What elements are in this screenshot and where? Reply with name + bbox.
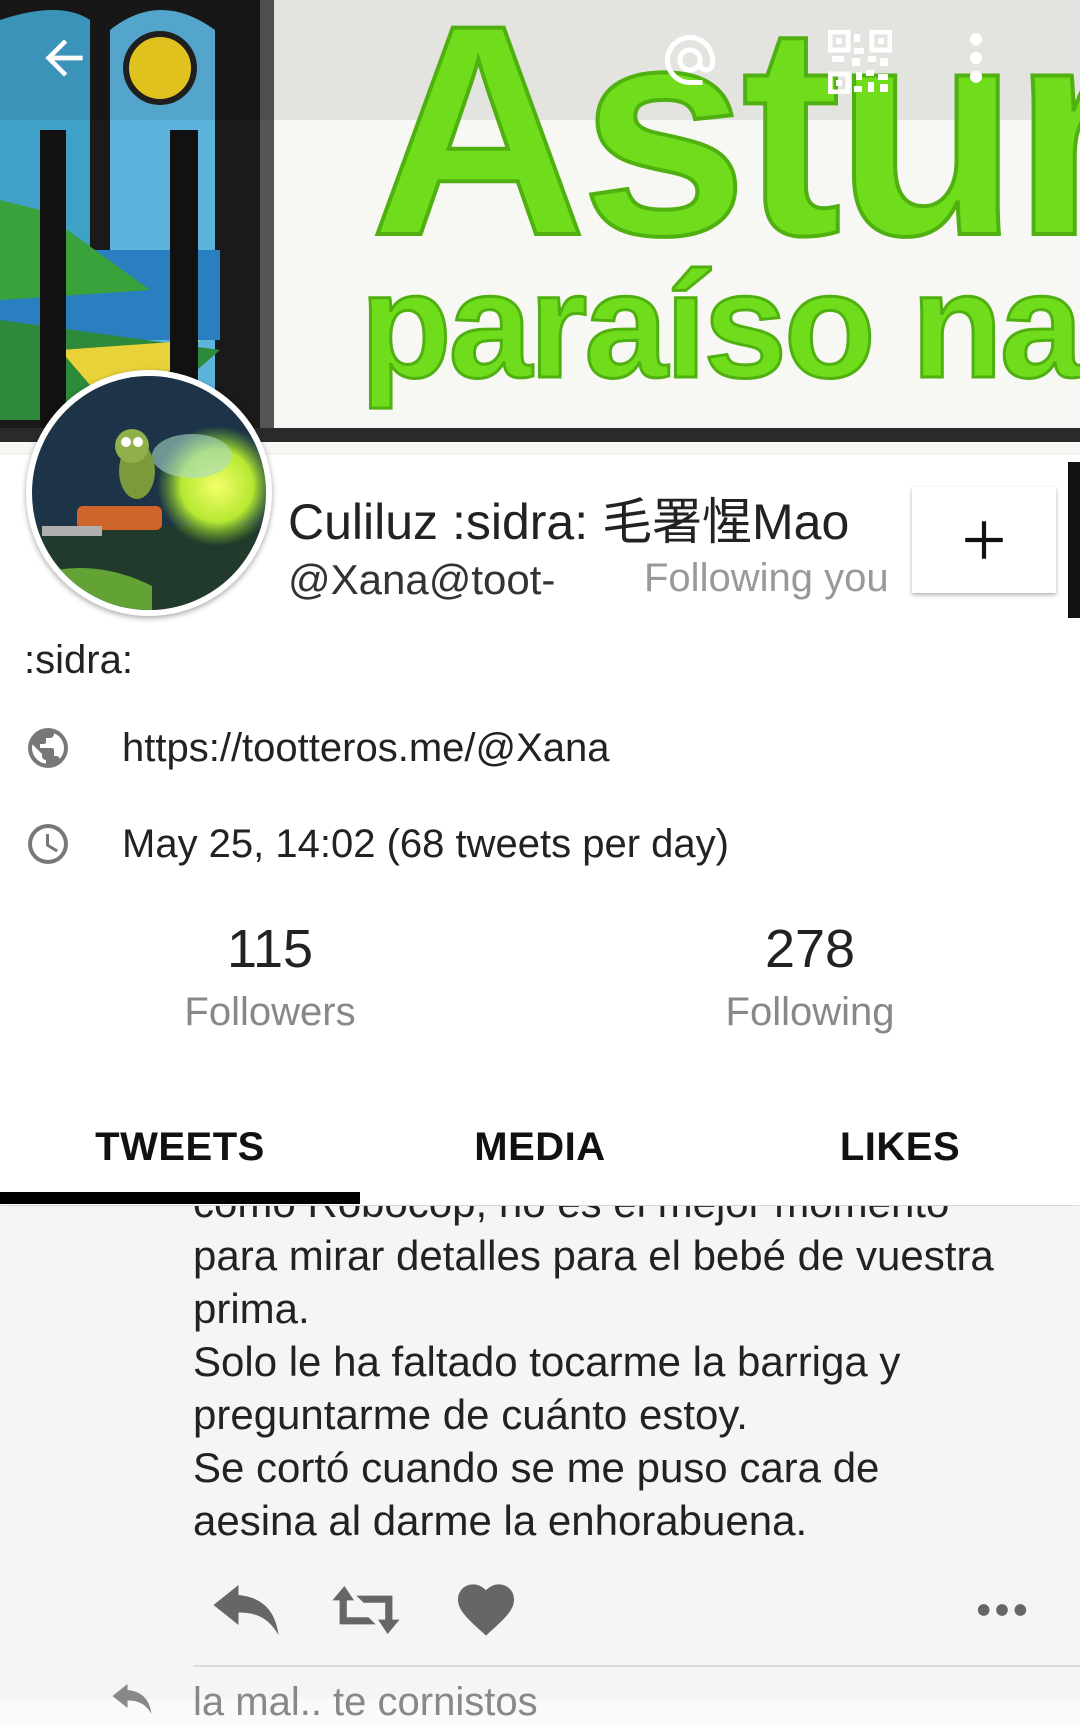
profile-tabs: TWEETS MEDIA LIKES (0, 1088, 1080, 1206)
tweet-divider (193, 1665, 1080, 1667)
next-tweet-preview[interactable]: la mal.. te cornistos (193, 1680, 538, 1725)
banner-edge-divider (1068, 462, 1080, 618)
following-label: Following (725, 990, 895, 1034)
clock-icon (28, 824, 68, 864)
more-horizontal-icon (977, 1604, 1027, 1616)
plus-icon (965, 521, 1003, 559)
tab-likes[interactable]: LIKES (720, 1088, 1080, 1206)
more-options-button[interactable] (966, 30, 1062, 126)
tweet-more-button[interactable] (962, 1570, 1042, 1650)
avatar[interactable] (26, 370, 272, 616)
following-stat[interactable]: 278 Following (660, 918, 960, 1035)
tab-tweets[interactable]: TWEETS (0, 1088, 360, 1206)
at-icon (665, 35, 715, 85)
account-handle: @Xana@toot- (288, 556, 556, 603)
retweet-icon (332, 1586, 400, 1634)
following-count: 278 (764, 919, 856, 979)
reply-indicator-icon (112, 1684, 152, 1714)
qr-code-icon (828, 30, 892, 94)
mentions-button[interactable] (660, 30, 756, 126)
heart-icon (458, 1584, 514, 1636)
selected-tab-indicator (0, 1192, 360, 1204)
retweet-button[interactable] (326, 1570, 406, 1650)
display-name: Culiluz :sidra: 毛署惺Mao (288, 494, 850, 550)
more-vertical-icon (969, 33, 983, 83)
reply-button[interactable] (206, 1570, 286, 1650)
banner-subtitle: paraíso na (358, 241, 1080, 409)
followers-stat[interactable]: 115 Followers (120, 918, 420, 1035)
qr-code-button[interactable] (828, 30, 924, 126)
like-button[interactable] (446, 1570, 526, 1650)
joined-row: May 25, 14:02 (68 tweets per day) (24, 820, 729, 868)
reply-icon (213, 1585, 279, 1635)
profile-bio: :sidra: (24, 638, 133, 682)
back-arrow-icon (45, 39, 83, 77)
tweet-text: como Robocop, no es el mejor momento par… (193, 1206, 994, 1544)
back-button[interactable] (36, 30, 132, 126)
avatar-image (32, 376, 266, 610)
tab-media[interactable]: MEDIA (360, 1088, 720, 1206)
followers-label: Followers (184, 990, 356, 1034)
globe-icon (28, 728, 68, 768)
profile-link-row[interactable]: https://tootteros.me/@Xana (24, 724, 610, 772)
followers-count: 115 (226, 919, 314, 979)
tweet-actions (0, 1570, 1080, 1650)
joined-date: May 25, 14:02 (68 tweets per day) (122, 821, 729, 866)
follow-button[interactable] (912, 487, 1056, 593)
profile-link[interactable]: https://tootteros.me/@Xana (122, 726, 610, 771)
follows-you-label: Following you (644, 556, 889, 600)
